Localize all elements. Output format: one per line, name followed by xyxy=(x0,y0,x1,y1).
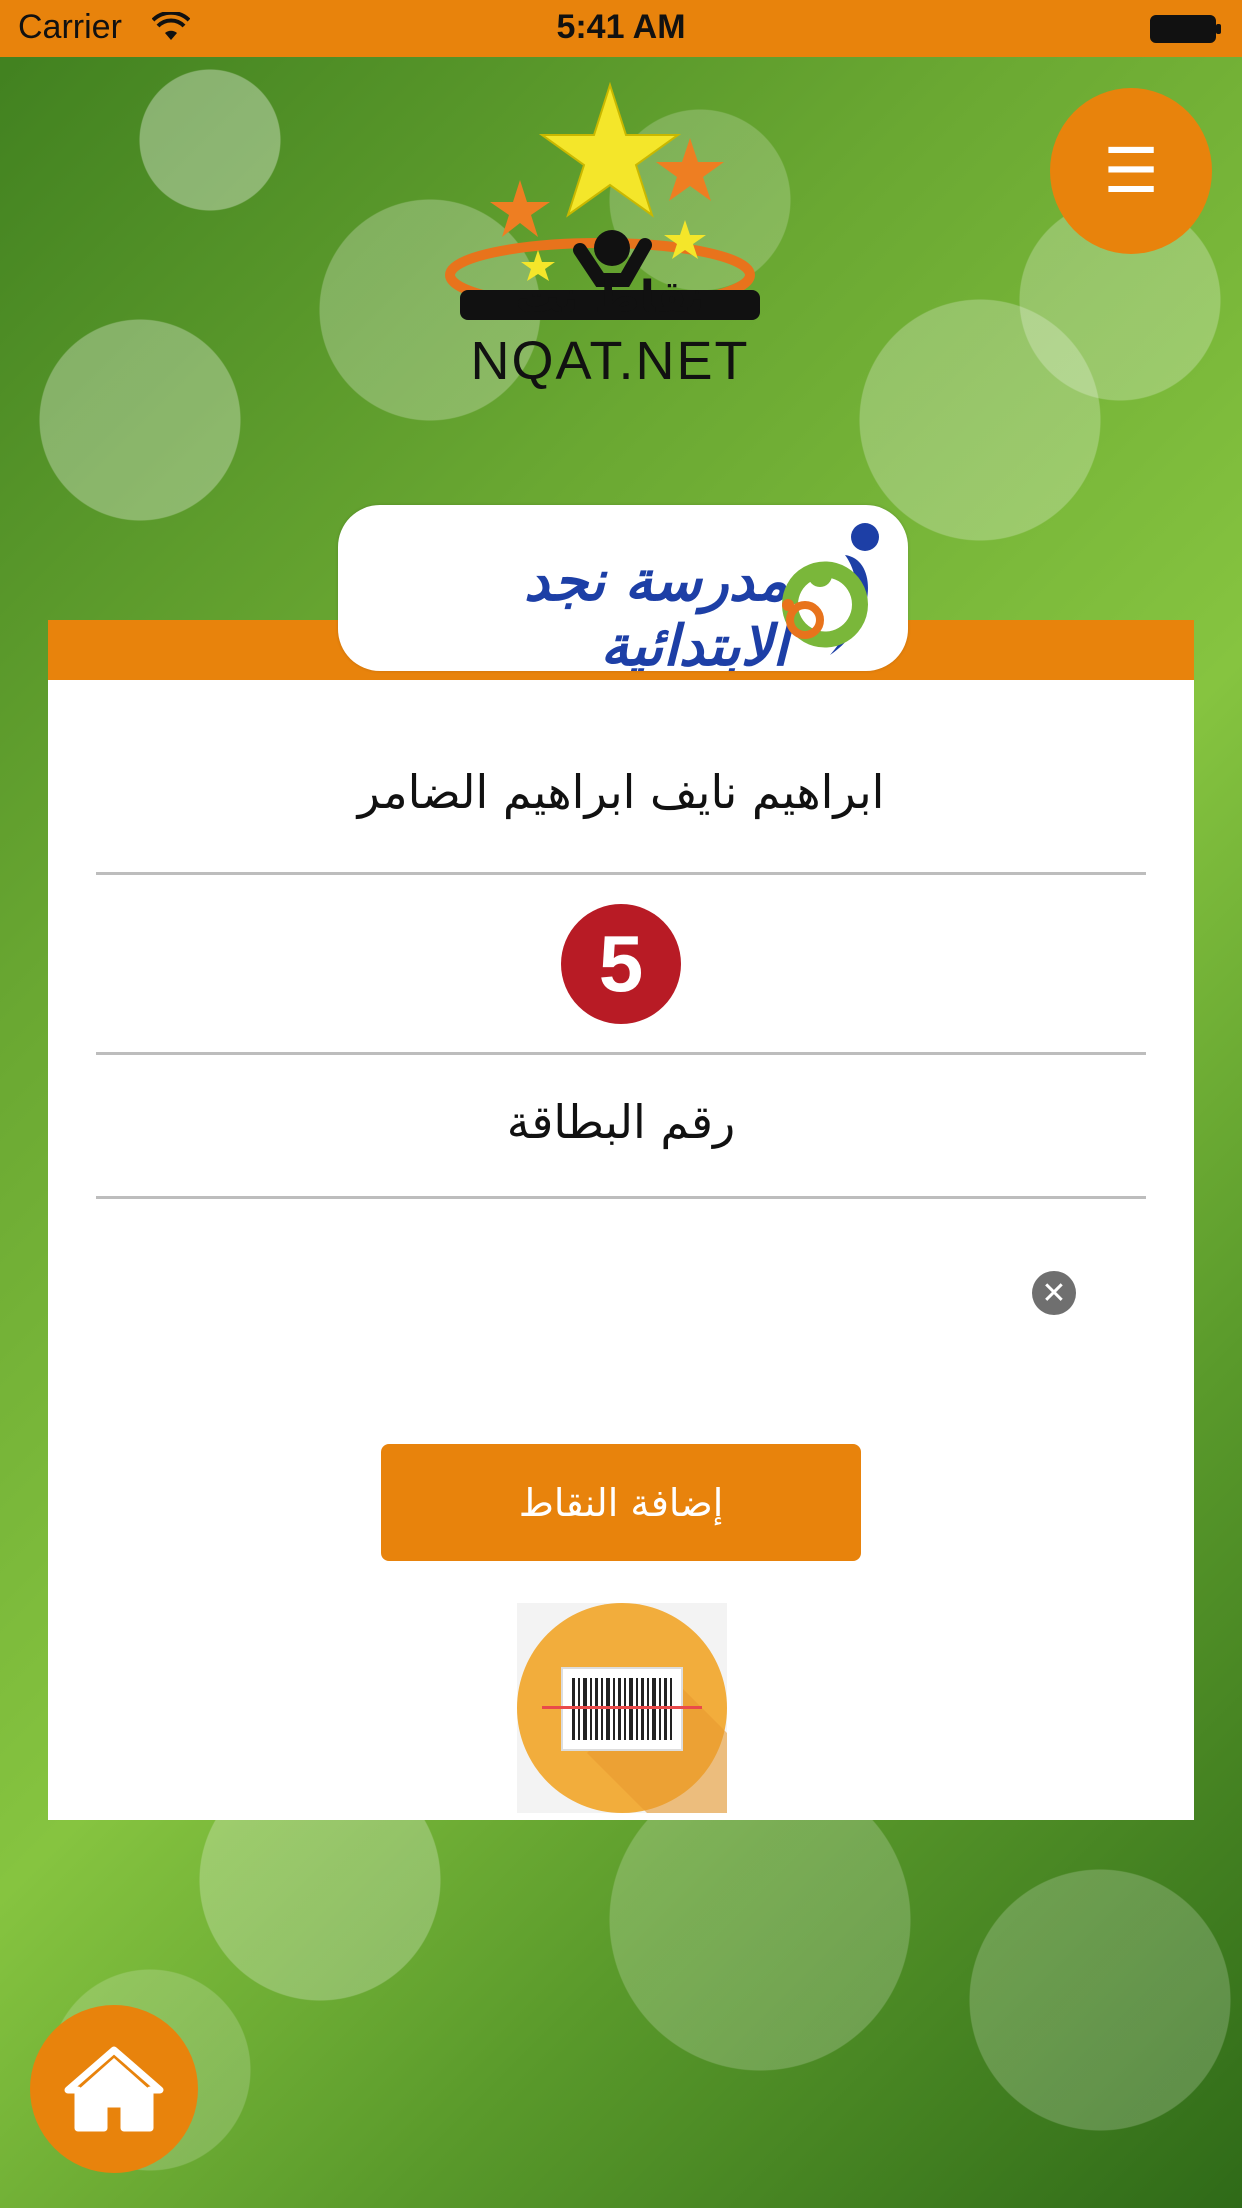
close-icon: ✕ xyxy=(1041,1275,1067,1311)
home-button[interactable] xyxy=(30,2005,198,2173)
family-logo-icon xyxy=(782,523,879,655)
status-bar: Carrier 5:41 AM xyxy=(0,0,1242,57)
barcode-scan-icon[interactable] xyxy=(517,1603,727,1813)
divider xyxy=(96,1196,1146,1199)
hamburger-icon: ☰ xyxy=(1103,134,1159,207)
logo-text: NQAT.NET xyxy=(470,331,750,391)
battery-icon xyxy=(1150,15,1221,43)
card-number-label: رقم البطاقة xyxy=(506,1095,736,1149)
school-badge: مدرسة نجد الابتدائية xyxy=(338,505,908,671)
divider xyxy=(96,1052,1146,1055)
logo-arabic-text: نقاط نت xyxy=(516,272,705,323)
add-points-button[interactable]: إضافة النقاط xyxy=(381,1444,861,1561)
home-icon xyxy=(64,2046,164,2132)
menu-button[interactable]: ☰ xyxy=(1050,88,1212,254)
student-name: ابراهيم نايف ابراهيم الضامر xyxy=(357,765,885,819)
divider xyxy=(96,872,1146,875)
card-number-input[interactable] xyxy=(96,1240,1030,1347)
status-time: 5:41 AM xyxy=(556,8,686,46)
clear-input-button[interactable]: ✕ xyxy=(1032,1271,1076,1315)
points-badge: 5 xyxy=(561,904,681,1024)
school-name: مدرسة نجد الابتدائية xyxy=(523,549,788,671)
